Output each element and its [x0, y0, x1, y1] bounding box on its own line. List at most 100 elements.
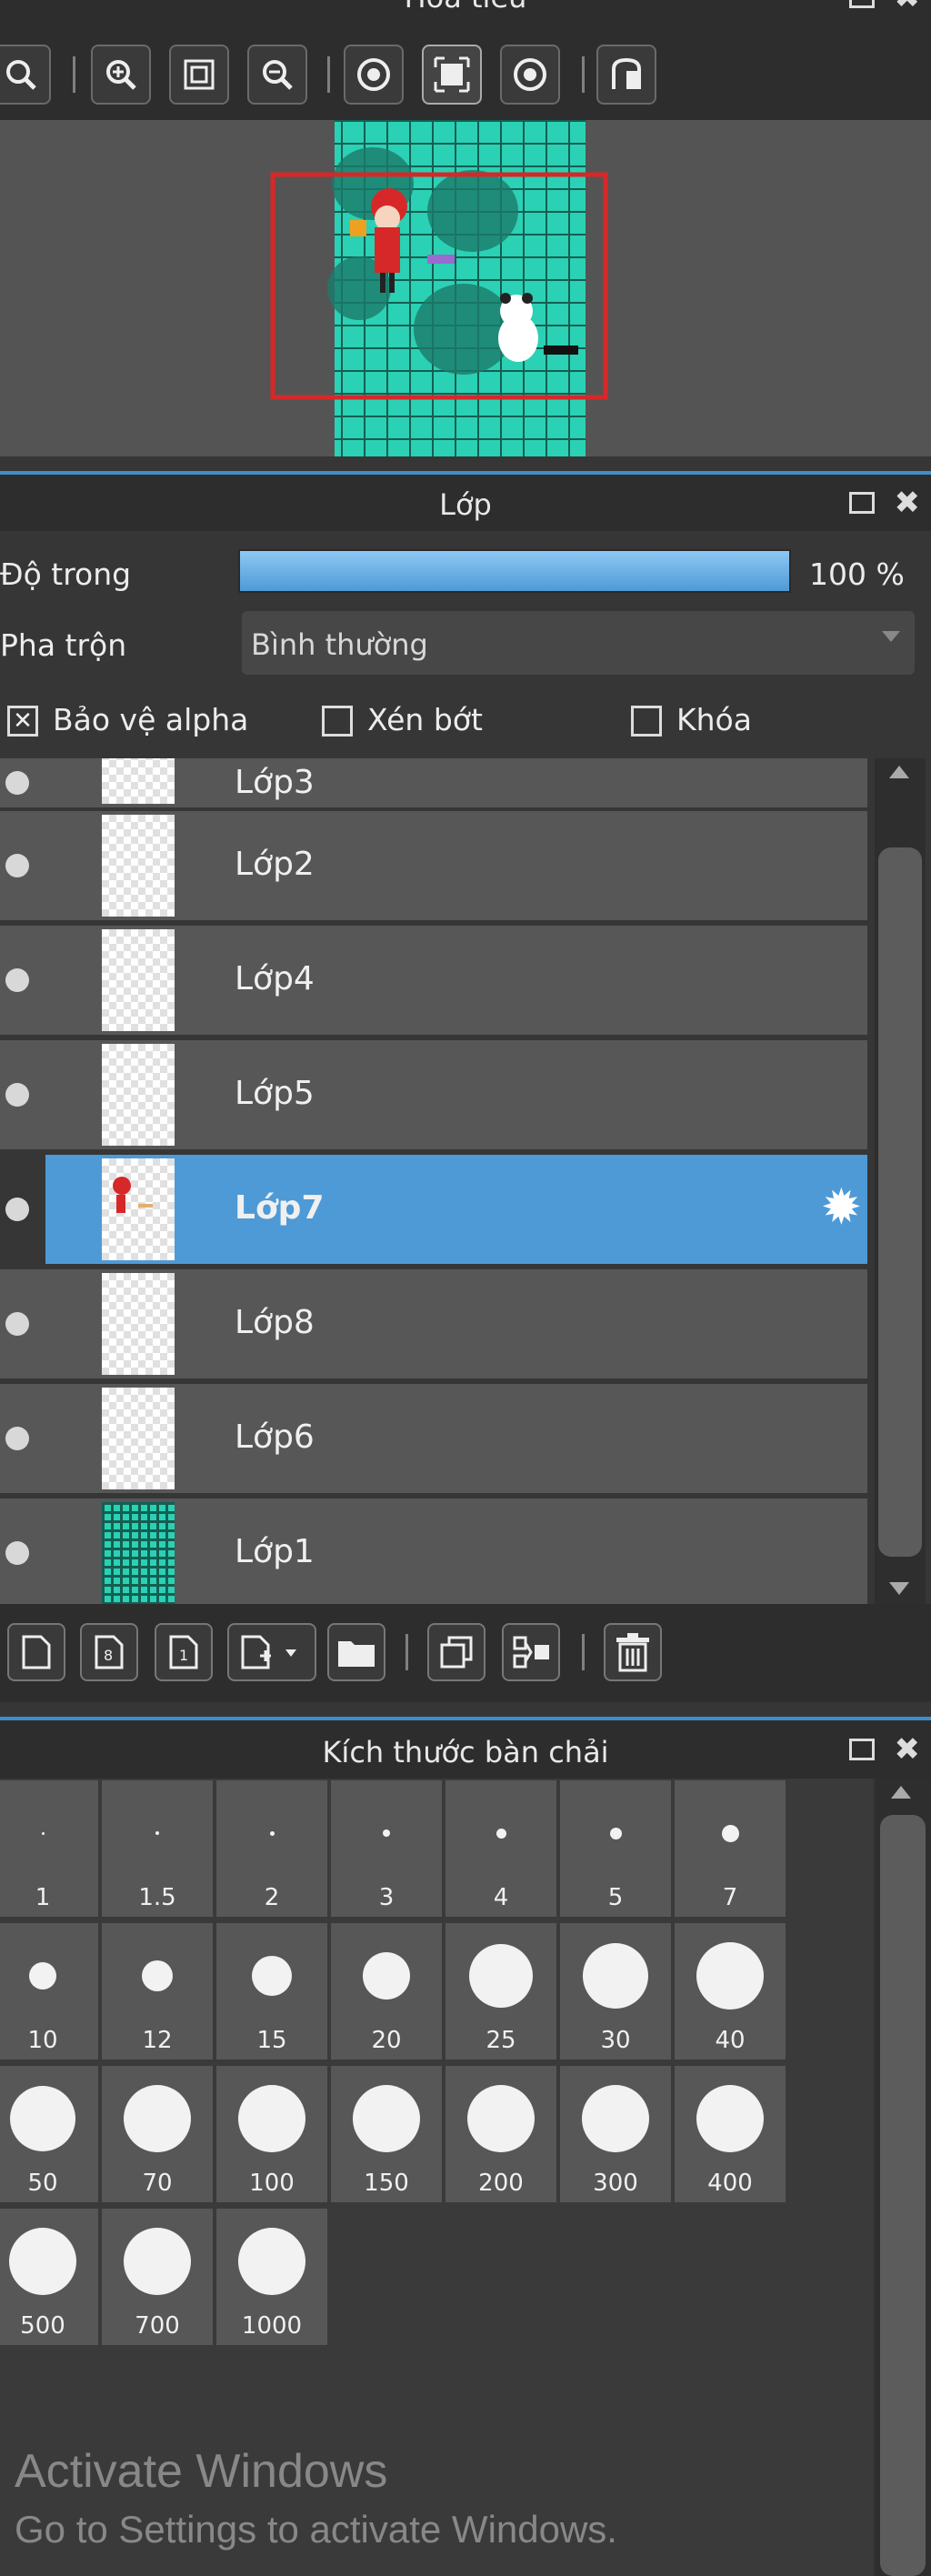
- layer-row[interactable]: Lớp6: [0, 1384, 867, 1493]
- brush-preview-dot: [269, 1830, 275, 1836]
- visibility-icon[interactable]: [5, 854, 29, 877]
- brush-size-cell[interactable]: 150: [331, 2066, 442, 2202]
- undock-icon[interactable]: [848, 492, 875, 514]
- fit-screen-icon[interactable]: [169, 45, 229, 105]
- blend-mode-select[interactable]: Bình thường: [242, 611, 915, 675]
- visibility-icon[interactable]: [5, 771, 29, 795]
- brush-size-cell[interactable]: 20: [331, 1923, 442, 2060]
- visibility-icon[interactable]: [5, 1541, 29, 1565]
- brush-size-cell[interactable]: 700: [102, 2209, 213, 2345]
- scroll-up-arrow-icon[interactable]: [889, 766, 909, 778]
- brush-preview-dot: [696, 1942, 764, 2010]
- brush-size-label: 100: [249, 2170, 295, 2197]
- opacity-slider[interactable]: [238, 549, 791, 593]
- new-8bit-layer-icon[interactable]: 8: [80, 1623, 138, 1681]
- brush-size-label: 200: [478, 2170, 524, 2197]
- brush-size-cell[interactable]: 300: [560, 2066, 671, 2202]
- watermark-subtitle: Go to Settings to activate Windows.: [15, 2508, 617, 2551]
- brush-preview-dot: [363, 1952, 410, 2000]
- brush-size-cell[interactable]: 40: [675, 1923, 786, 2060]
- brush-size-cell[interactable]: 15: [216, 1923, 327, 2060]
- brush-size-label: 70: [142, 2170, 173, 2197]
- scroll-down-arrow-icon[interactable]: [889, 1582, 909, 1595]
- close-icon[interactable]: ✖: [895, 473, 921, 533]
- protect-alpha-checkbox[interactable]: ✕: [7, 706, 38, 737]
- lock-checkbox[interactable]: [631, 706, 662, 737]
- blend-mode-label: Pha trộn: [0, 627, 127, 663]
- visibility-icon[interactable]: [5, 1312, 29, 1336]
- brush-preview-dot: [29, 1962, 56, 1990]
- zoom-out-icon[interactable]: [247, 45, 307, 105]
- layer-row[interactable]: Lớp3: [0, 758, 867, 807]
- trash-icon[interactable]: [604, 1623, 662, 1681]
- scroll-thumb[interactable]: [878, 847, 922, 1557]
- folder-icon[interactable]: [327, 1623, 385, 1681]
- duplicate-icon[interactable]: [427, 1623, 486, 1681]
- brush-size-label: 5: [607, 1884, 624, 1911]
- brush-size-cell[interactable]: 25: [445, 1923, 556, 2060]
- clipping-checkbox[interactable]: [322, 706, 353, 737]
- brush-size-cell[interactable]: 400: [675, 2066, 786, 2202]
- brush-preview-dot: [469, 1944, 533, 2008]
- brush-size-cell[interactable]: 1: [0, 1780, 98, 1917]
- brush-size-title: Kích thước bàn chải: [322, 1735, 609, 1769]
- add-layer-menu-icon[interactable]: [227, 1623, 316, 1681]
- brush-preview-dot: [467, 2085, 535, 2152]
- layer-row[interactable]: Lớp8: [0, 1269, 867, 1378]
- visibility-icon[interactable]: [5, 1198, 29, 1221]
- layer-row[interactable]: Lớp2: [0, 811, 867, 920]
- brush-size-cell[interactable]: 7: [675, 1780, 786, 1917]
- brush-size-cell[interactable]: 100: [216, 2066, 327, 2202]
- settings-gear-icon[interactable]: ✹: [821, 1180, 862, 1235]
- brush-size-cell[interactable]: 10: [0, 1923, 98, 2060]
- brush-size-label: 40: [715, 2027, 746, 2054]
- layer-thumbnail: [102, 929, 175, 1031]
- brush-size-cell[interactable]: 500: [0, 2209, 98, 2345]
- undock-icon[interactable]: [848, 0, 875, 8]
- undock-icon[interactable]: [848, 1739, 875, 1760]
- merge-icon[interactable]: [502, 1623, 560, 1681]
- activate-windows-watermark: Activate Windows Go to Settings to activ…: [15, 2444, 617, 2551]
- brush-preview-dot: [583, 1943, 648, 2009]
- close-icon[interactable]: ✖: [895, 1718, 921, 1781]
- brush-size-title-bar: Kích thước bàn chải ✖: [0, 1720, 931, 1779]
- visibility-icon[interactable]: [5, 968, 29, 992]
- close-icon[interactable]: ✖: [895, 0, 921, 29]
- actual-size-icon[interactable]: [422, 45, 482, 105]
- brush-size-cell[interactable]: 2: [216, 1780, 327, 1917]
- chevron-down-icon: [882, 631, 900, 642]
- visibility-icon[interactable]: [5, 1083, 29, 1107]
- brush-size-cell[interactable]: 70: [102, 2066, 213, 2202]
- rotate-right-icon[interactable]: [500, 45, 560, 105]
- brush-size-cell[interactable]: 5: [560, 1780, 671, 1917]
- brush-size-cell[interactable]: 4: [445, 1780, 556, 1917]
- zoom-in-icon[interactable]: [91, 45, 151, 105]
- new-layer-icon[interactable]: [7, 1623, 65, 1681]
- brush-preview-dot: [10, 2086, 75, 2151]
- flip-icon[interactable]: [596, 45, 656, 105]
- layer-row[interactable]: Lớp5: [0, 1040, 867, 1149]
- navigator-preview[interactable]: [0, 120, 931, 456]
- brush-size-cell[interactable]: 30: [560, 1923, 671, 2060]
- new-1bit-layer-icon[interactable]: 1: [155, 1623, 213, 1681]
- layer-row-selected[interactable]: Lớp7 ✹: [45, 1155, 867, 1264]
- visibility-icon[interactable]: [5, 1427, 29, 1450]
- brush-size-cell[interactable]: 1000: [216, 2209, 327, 2345]
- brush-size-cell[interactable]: 1.5: [102, 1780, 213, 1917]
- brush-size-cell[interactable]: 50: [0, 2066, 98, 2202]
- brush-size-label: 500: [20, 2312, 65, 2340]
- brush-size-cell[interactable]: 3: [331, 1780, 442, 1917]
- brush-size-label: 1: [35, 1884, 51, 1911]
- brush-size-cell[interactable]: 200: [445, 2066, 556, 2202]
- rotate-left-icon[interactable]: [344, 45, 404, 105]
- brush-size-label: 1000: [241, 2312, 303, 2340]
- brush-size-cell[interactable]: 12: [102, 1923, 213, 2060]
- layer-row[interactable]: Lớp4: [0, 926, 867, 1035]
- layer-row[interactable]: Lớp1: [0, 1498, 867, 1604]
- layer-name: Lớp8: [235, 1304, 315, 1341]
- brush-size-label: 150: [364, 2170, 409, 2197]
- brush-preview-dot: [353, 2085, 420, 2152]
- scroll-thumb[interactable]: [880, 1815, 926, 2576]
- zoom-fit-icon[interactable]: [0, 45, 51, 105]
- scroll-up-arrow-icon[interactable]: [891, 1786, 911, 1799]
